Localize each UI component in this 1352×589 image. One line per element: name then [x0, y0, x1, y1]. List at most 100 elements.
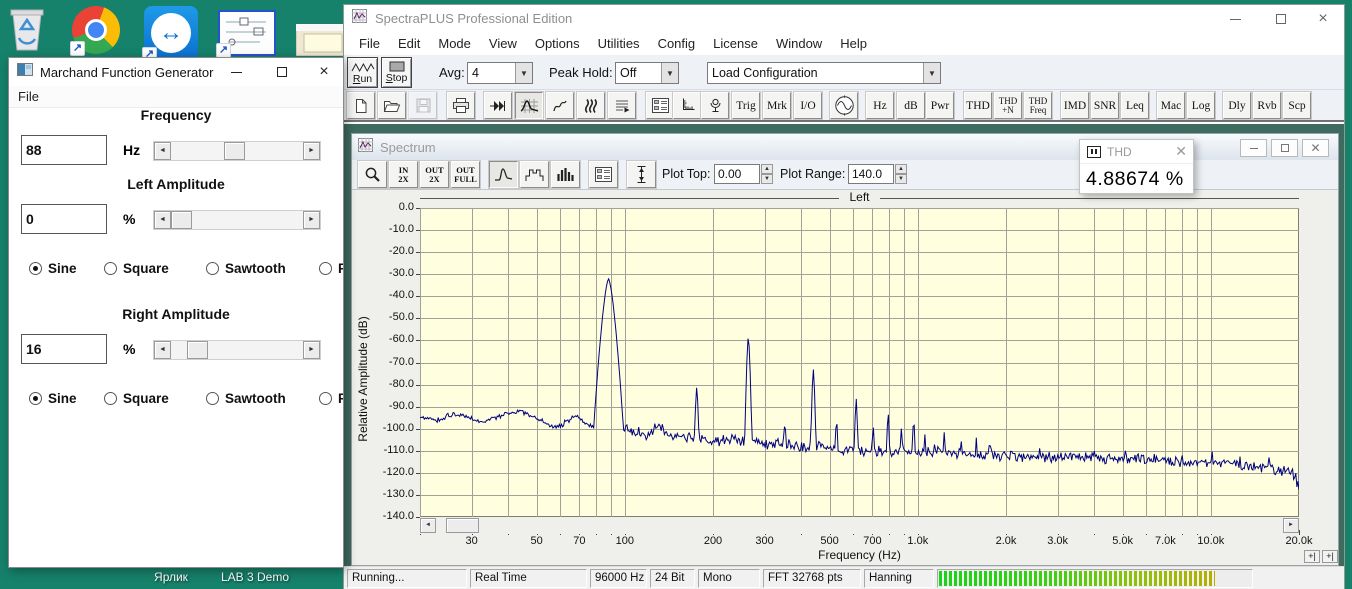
radio-circle-icon[interactable] [29, 392, 42, 405]
power-button[interactable]: Pwr [925, 91, 955, 120]
right-amplitude-input[interactable] [21, 334, 107, 364]
spectrogram-view-button[interactable] [576, 91, 606, 120]
logging-button[interactable]: Log [1186, 91, 1216, 120]
scroll-left-icon[interactable]: ◄ [420, 518, 436, 533]
units-hz-button[interactable]: Hz [865, 91, 895, 120]
expand-y-button[interactable]: +| [1322, 550, 1338, 563]
avg-select[interactable]: 4 ▼ [467, 62, 533, 84]
menu-options[interactable]: Options [526, 36, 589, 51]
scroll-left-icon[interactable]: ◄ [154, 142, 171, 160]
scroll-right-icon[interactable]: ► [303, 211, 320, 229]
run-all-button[interactable] [483, 91, 513, 120]
fg-menu-file[interactable]: File [9, 89, 48, 104]
maximize-button[interactable] [1266, 5, 1296, 33]
frequency-input[interactable] [21, 135, 107, 165]
waveform-radio-square[interactable]: Square [104, 391, 169, 406]
scroll-left-icon[interactable]: ◄ [154, 211, 171, 229]
control-panel-button[interactable] [645, 91, 675, 120]
thd-close-icon[interactable]: ✕ [1175, 143, 1187, 160]
slider-thumb[interactable] [224, 142, 245, 160]
load-configuration-select[interactable]: Load Configuration ▼ [707, 62, 941, 84]
menu-help[interactable]: Help [831, 36, 876, 51]
menu-view[interactable]: View [480, 36, 526, 51]
child-close-button[interactable]: ✕ [1302, 139, 1329, 157]
spectrum-plot[interactable] [420, 208, 1299, 517]
waveform-radio-p[interactable]: P [319, 391, 343, 406]
macro-button[interactable]: Mac [1156, 91, 1186, 120]
plot-range-spinner[interactable]: ▲ ▼ [895, 164, 907, 184]
slider-thumb[interactable] [171, 211, 192, 229]
thd-freq-button[interactable]: THD Freq [1023, 91, 1053, 120]
thd-button[interactable]: THD [963, 91, 993, 120]
radio-circle-icon[interactable] [104, 392, 117, 405]
io-device-button[interactable]: I/O [793, 91, 823, 120]
menu-edit[interactable]: Edit [389, 36, 429, 51]
close-button[interactable]: × [309, 58, 339, 86]
waveform-radio-sine[interactable]: Sine [29, 261, 77, 276]
waveform-radio-sawtooth[interactable]: Sawtooth [206, 391, 286, 406]
histogram-mode-button[interactable] [550, 160, 581, 189]
scroll-right-icon[interactable]: ► [303, 341, 320, 359]
peak-hold-select[interactable]: Off ▼ [615, 62, 679, 84]
radio-circle-icon[interactable] [319, 262, 332, 275]
spin-down-icon[interactable]: ▼ [895, 174, 907, 184]
plot-range-input[interactable] [848, 164, 894, 184]
right-amplitude-slider[interactable]: ◄ ► [153, 340, 321, 360]
expand-x-button[interactable]: +| [1304, 550, 1320, 563]
child-restore-button[interactable] [1271, 139, 1298, 157]
spin-up-icon[interactable]: ▲ [761, 164, 773, 174]
menu-license[interactable]: License [704, 36, 767, 51]
radio-circle-icon[interactable] [206, 262, 219, 275]
imd-button[interactable]: IMD [1060, 91, 1090, 120]
scroll-left-icon[interactable]: ◄ [154, 341, 171, 359]
menu-window[interactable]: Window [767, 36, 831, 51]
plot-scrollbar[interactable]: ◄ ► [420, 518, 1299, 534]
scrollbar-thumb[interactable] [446, 518, 479, 533]
report-view-button[interactable] [607, 91, 637, 120]
menu-config[interactable]: Config [649, 36, 705, 51]
save-button[interactable] [408, 91, 438, 120]
recycle-bin-icon[interactable] [6, 4, 48, 52]
display-options-button[interactable] [588, 160, 619, 189]
units-db-button[interactable]: dB [896, 91, 926, 120]
stop-button[interactable]: Stop [381, 57, 412, 88]
minimize-button[interactable] [221, 58, 251, 86]
menu-utilities[interactable]: Utilities [589, 36, 649, 51]
close-button[interactable]: × [1308, 5, 1338, 33]
circuit-schematic-icon[interactable]: ↗ [216, 10, 276, 58]
menu-file[interactable]: File [350, 36, 389, 51]
waveform-radio-square[interactable]: Square [104, 261, 169, 276]
spectrum-view-button[interactable] [514, 91, 544, 120]
new-file-button[interactable] [346, 91, 376, 120]
slider-thumb[interactable] [187, 341, 208, 359]
reverb-button[interactable]: Rvb [1252, 91, 1282, 120]
zoom-out-2x-button[interactable]: OUT 2X [419, 160, 450, 189]
waveform-radio-sine[interactable]: Sine [29, 391, 77, 406]
calibration-button[interactable] [700, 91, 730, 120]
open-file-button[interactable] [377, 91, 407, 120]
left-amplitude-input[interactable] [21, 204, 107, 234]
spin-down-icon[interactable]: ▼ [761, 174, 773, 184]
menu-mode[interactable]: Mode [429, 36, 480, 51]
print-button[interactable] [446, 91, 476, 120]
waveform-radio-sawtooth[interactable]: Sawtooth [206, 261, 286, 276]
window-thumbnail-icon[interactable] [295, 23, 347, 57]
desktop-icon-label[interactable]: Ярлик [128, 570, 214, 584]
waveform-view-button[interactable] [545, 91, 575, 120]
amplitude-scale-button[interactable] [626, 160, 657, 189]
scroll-right-icon[interactable]: ► [1283, 518, 1299, 533]
line-plot-mode-button[interactable] [488, 160, 519, 189]
plot-top-spinner[interactable]: ▲ ▼ [761, 164, 773, 184]
zoom-in-2x-button[interactable]: IN 2X [388, 160, 419, 189]
radio-circle-icon[interactable] [104, 262, 117, 275]
left-amplitude-slider[interactable]: ◄ ► [153, 210, 321, 230]
radio-circle-icon[interactable] [29, 262, 42, 275]
scope-button[interactable]: Scp [1282, 91, 1312, 120]
bar-plot-mode-button[interactable] [519, 160, 550, 189]
child-minimize-button[interactable] [1240, 139, 1267, 157]
waveform-radio-p[interactable]: P [319, 261, 343, 276]
radio-circle-icon[interactable] [206, 392, 219, 405]
plot-top-input[interactable] [714, 164, 760, 184]
zoom-out-full-button[interactable]: OUT FULL [450, 160, 481, 189]
chrome-icon[interactable]: ↗ [70, 6, 120, 56]
